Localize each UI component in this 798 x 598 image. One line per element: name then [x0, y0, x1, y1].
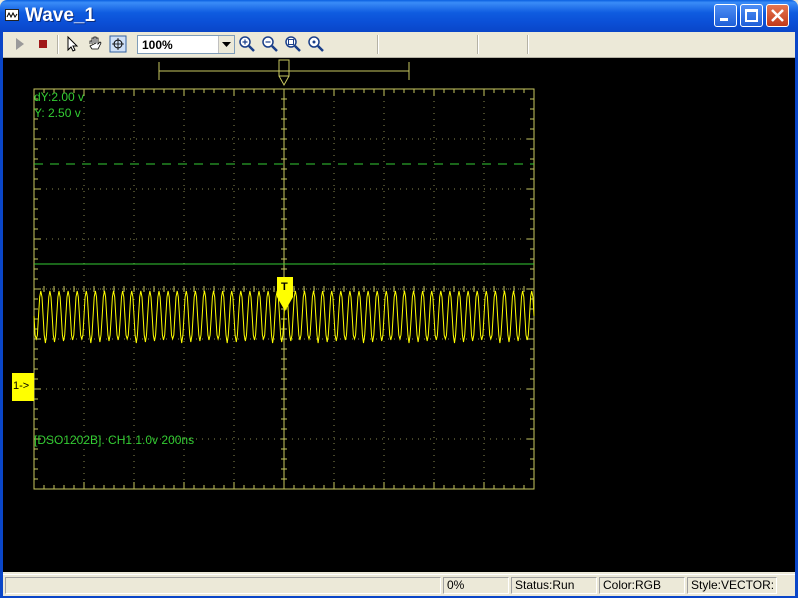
close-icon	[771, 9, 784, 22]
close-button[interactable]	[766, 4, 789, 27]
minimize-icon	[720, 18, 728, 21]
scope-info: [DSO1202B]. CH1 1.0v 200ns	[34, 433, 195, 447]
toolbar-separator	[57, 35, 59, 54]
fit-view-icon[interactable]	[109, 35, 127, 53]
title-bar[interactable]: Wave_1	[0, 0, 798, 32]
hand-pan-icon[interactable]	[86, 35, 104, 53]
zoom-region-icon[interactable]	[284, 35, 302, 53]
timebase-position-pointer	[278, 75, 290, 87]
timebase-position-handle	[278, 59, 290, 77]
style-panel: Style:VECTOR:	[687, 577, 777, 594]
chevron-down-icon[interactable]	[218, 36, 234, 53]
maximize-button[interactable]	[740, 4, 763, 27]
play-icon[interactable]	[11, 35, 29, 53]
status-panel-empty	[5, 577, 441, 594]
window-title: Wave_1	[25, 5, 96, 26]
pointer-icon[interactable]	[63, 35, 81, 53]
dy-readout: dY:2.00 v	[34, 90, 85, 104]
stop-icon[interactable]	[34, 35, 52, 53]
maximize-icon	[745, 9, 758, 22]
waveform-app-icon[interactable]	[5, 9, 19, 21]
timebase-bracket	[158, 62, 410, 80]
color-mode-panel: Color:RGB	[599, 577, 685, 594]
progress-panel: 0%	[443, 577, 509, 594]
channel-1-marker[interactable]: 1->	[12, 373, 34, 401]
toolbar-separator	[477, 35, 479, 54]
toolbar-separator	[527, 35, 529, 54]
status-bar: 0% Status:Run Color:RGB Style:VECTOR:	[3, 574, 795, 596]
zoom-out-icon[interactable]	[261, 35, 279, 53]
y-readout: Y: 2.50 v	[34, 106, 81, 120]
toolbar-separator	[377, 35, 379, 54]
zoom-in-icon[interactable]	[238, 35, 256, 53]
zoom-reset-icon[interactable]	[307, 35, 325, 53]
scope-display[interactable]: dY:2.00 v Y: 2.50 v [DSO1202B]. CH1 1.0v…	[3, 58, 795, 572]
zoom-select[interactable]: 100%	[137, 35, 235, 54]
channel-1-label: 1->	[13, 380, 30, 392]
scope-canvas[interactable]	[3, 58, 795, 572]
status-run-panel: Status:Run	[511, 577, 597, 594]
toolbar: 100%	[3, 32, 795, 58]
trigger-marker-label: T	[281, 281, 288, 293]
minimize-button[interactable]	[714, 4, 737, 27]
zoom-select-value: 100%	[142, 38, 173, 52]
